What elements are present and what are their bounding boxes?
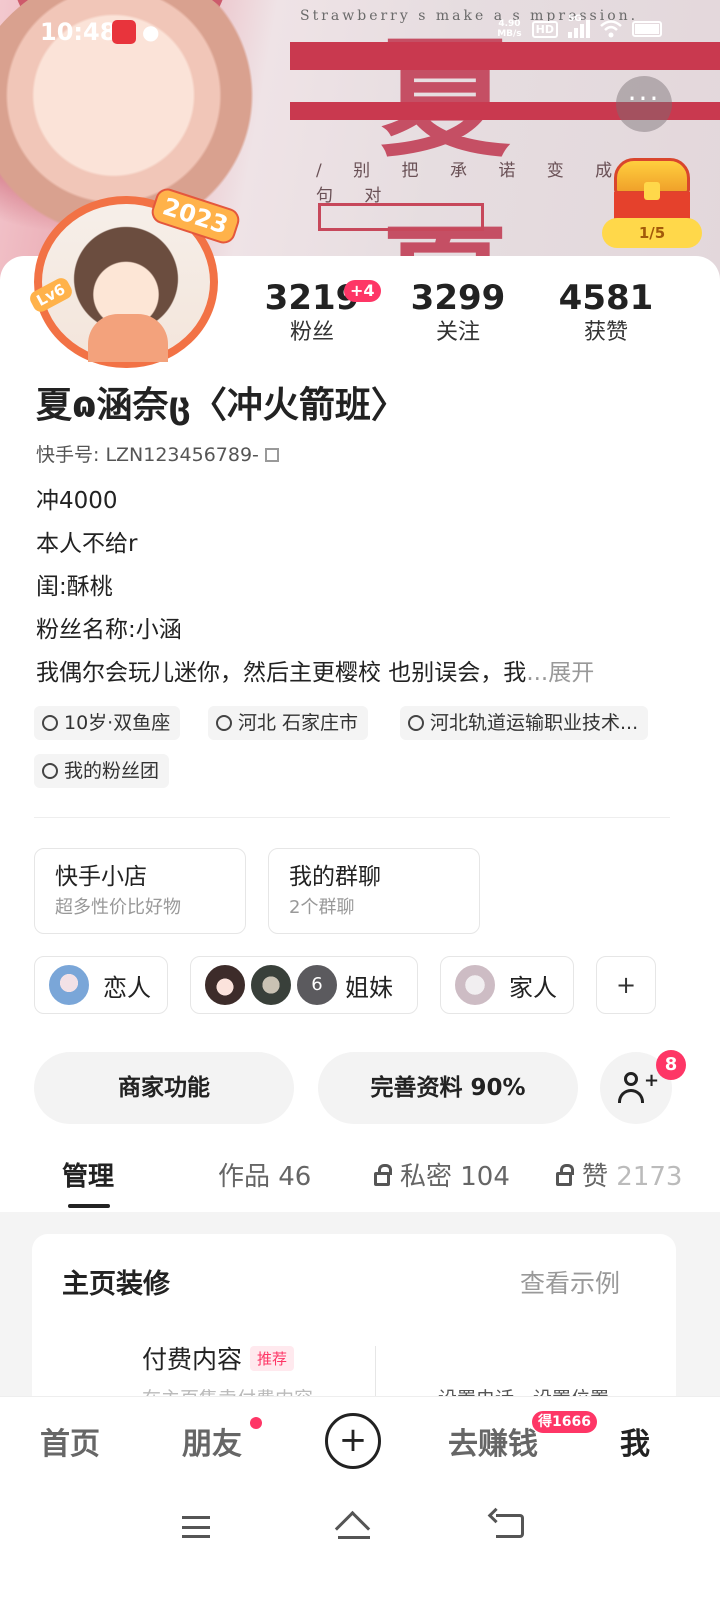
add-friend-badge: 8 xyxy=(656,1050,686,1080)
signal-icon: 5G xyxy=(568,14,590,38)
treasure-progress: 1/5 xyxy=(602,218,702,248)
lock-icon xyxy=(374,1164,392,1186)
bio-line: 冲4000 xyxy=(36,488,118,514)
profile-bio[interactable]: 冲4000 本人不给r 闺:酥桃 粉丝名称:小涵 我偶尔会玩儿迷你，然后主更樱校… xyxy=(36,480,676,695)
recommended-badge: 推荐 xyxy=(250,1346,295,1371)
zodiac-icon xyxy=(42,715,58,731)
merchant-functions-button[interactable]: 商家功能 xyxy=(34,1052,294,1124)
tag-location[interactable]: 河北 石家庄市 xyxy=(208,706,369,740)
tab-works[interactable]: 作品 46 xyxy=(218,1156,311,1193)
treasure-chest-button[interactable]: 1/5 xyxy=(600,152,704,250)
earn-badge: 得1666 xyxy=(532,1411,597,1433)
bio-expand-link[interactable]: 展开 xyxy=(548,660,594,686)
group-chat-card[interactable]: 我的群聊 2个群聊 xyxy=(268,848,480,934)
profile-stats: 3219 粉丝 +4 3299 关注 4581 获赞 xyxy=(258,278,678,358)
add-relation-button[interactable]: + xyxy=(596,956,656,1014)
fan-club-heart-icon xyxy=(42,763,58,779)
system-navigation-bar xyxy=(0,1488,720,1600)
relation-sisters[interactable]: 6 姐妹 xyxy=(190,956,418,1014)
menu-icon[interactable] xyxy=(182,1516,210,1538)
status-indicators: 4.90 MB/s HD 5G xyxy=(497,14,662,39)
banner-frame xyxy=(318,203,484,231)
tag-age-zodiac[interactable]: 10岁·双鱼座 xyxy=(34,706,181,740)
divider xyxy=(34,817,670,818)
stat-likes[interactable]: 4581 获赞 xyxy=(546,278,666,348)
view-example-link[interactable]: 查看示例 xyxy=(520,1264,620,1300)
hd-icon: HD xyxy=(531,20,558,38)
complete-profile-button[interactable]: 完善资料 90% xyxy=(318,1052,578,1124)
bio-line: 我偶尔会玩儿迷你，然后主更樱校 也别误会，我...展开 xyxy=(36,660,595,686)
bio-line: 本人不给r xyxy=(36,531,138,557)
back-icon[interactable] xyxy=(496,1514,524,1538)
sister-avatar xyxy=(203,963,247,1007)
nav-me[interactable]: 我 xyxy=(620,1419,650,1463)
qr-code-icon[interactable] xyxy=(264,448,279,462)
kuaishou-id[interactable]: 快手号: LZN123456789- xyxy=(36,440,279,467)
relation-family[interactable]: 家人 xyxy=(440,956,574,1014)
battery-icon xyxy=(632,21,662,37)
bottom-navigation: 首页 朋友 + 去赚钱 得1666 我 xyxy=(0,1396,720,1488)
wifi-icon xyxy=(600,20,622,38)
bio-line: 粉丝名称:小涵 xyxy=(36,617,182,643)
tag-school[interactable]: 河北轨道运输职业技术... xyxy=(400,706,649,740)
stat-followers[interactable]: 3219 粉丝 +4 xyxy=(252,278,381,348)
location-pin-icon xyxy=(216,715,232,731)
nav-earn[interactable]: 去赚钱 xyxy=(448,1419,538,1463)
stat-following[interactable]: 3299 关注 xyxy=(398,278,518,348)
status-bar: 10:48 ● 4.90 MB/s HD 5G xyxy=(0,0,720,64)
network-speed: 4.90 MB/s xyxy=(497,19,522,39)
more-options-button[interactable]: ··· xyxy=(616,76,672,132)
bio-line: 闺:酥桃 xyxy=(36,574,113,600)
lock-icon xyxy=(556,1164,574,1186)
friends-notification-dot xyxy=(250,1417,262,1429)
tab-private[interactable]: 私密 104 xyxy=(374,1156,510,1193)
tag-fan-club[interactable]: 我的粉丝团 xyxy=(34,754,170,788)
sister-avatar xyxy=(249,963,293,1007)
avatar[interactable]: 2023 Lv6 xyxy=(27,185,243,370)
status-time: 10:48 xyxy=(40,18,117,46)
paid-content-item[interactable]: 付费内容 推荐 xyxy=(142,1340,295,1376)
sister-avatar-more: 6 xyxy=(295,963,339,1007)
nav-friends[interactable]: 朋友 xyxy=(182,1419,242,1463)
decoration-title: 主页装修 xyxy=(62,1269,170,1300)
add-user-icon xyxy=(624,1072,638,1086)
graduation-cap-icon xyxy=(408,715,424,731)
home-icon[interactable] xyxy=(336,1510,370,1544)
followers-delta-badge: +4 xyxy=(344,280,381,302)
tab-manage[interactable]: 管理 xyxy=(62,1156,114,1193)
nav-home[interactable]: 首页 xyxy=(40,1419,100,1463)
wechat-icon: ● xyxy=(142,20,160,44)
family-avatar xyxy=(453,963,497,1007)
relation-lover[interactable]: 恋人 xyxy=(34,956,168,1014)
tab-likes[interactable]: 赞 2173 xyxy=(556,1156,682,1193)
kuaishou-shop-card[interactable]: 快手小店 超多性价比好物 xyxy=(34,848,246,934)
create-post-button[interactable]: + xyxy=(325,1413,381,1469)
profile-tabs: 管理 作品 46 私密 104 赞 2173 xyxy=(0,1140,720,1212)
profile-nickname[interactable]: 夏ɷ涵奈ც〈冲火箭班〉 xyxy=(36,376,407,428)
notification-app-icon xyxy=(112,20,136,44)
active-tab-indicator xyxy=(68,1204,110,1208)
lover-avatar xyxy=(47,963,91,1007)
